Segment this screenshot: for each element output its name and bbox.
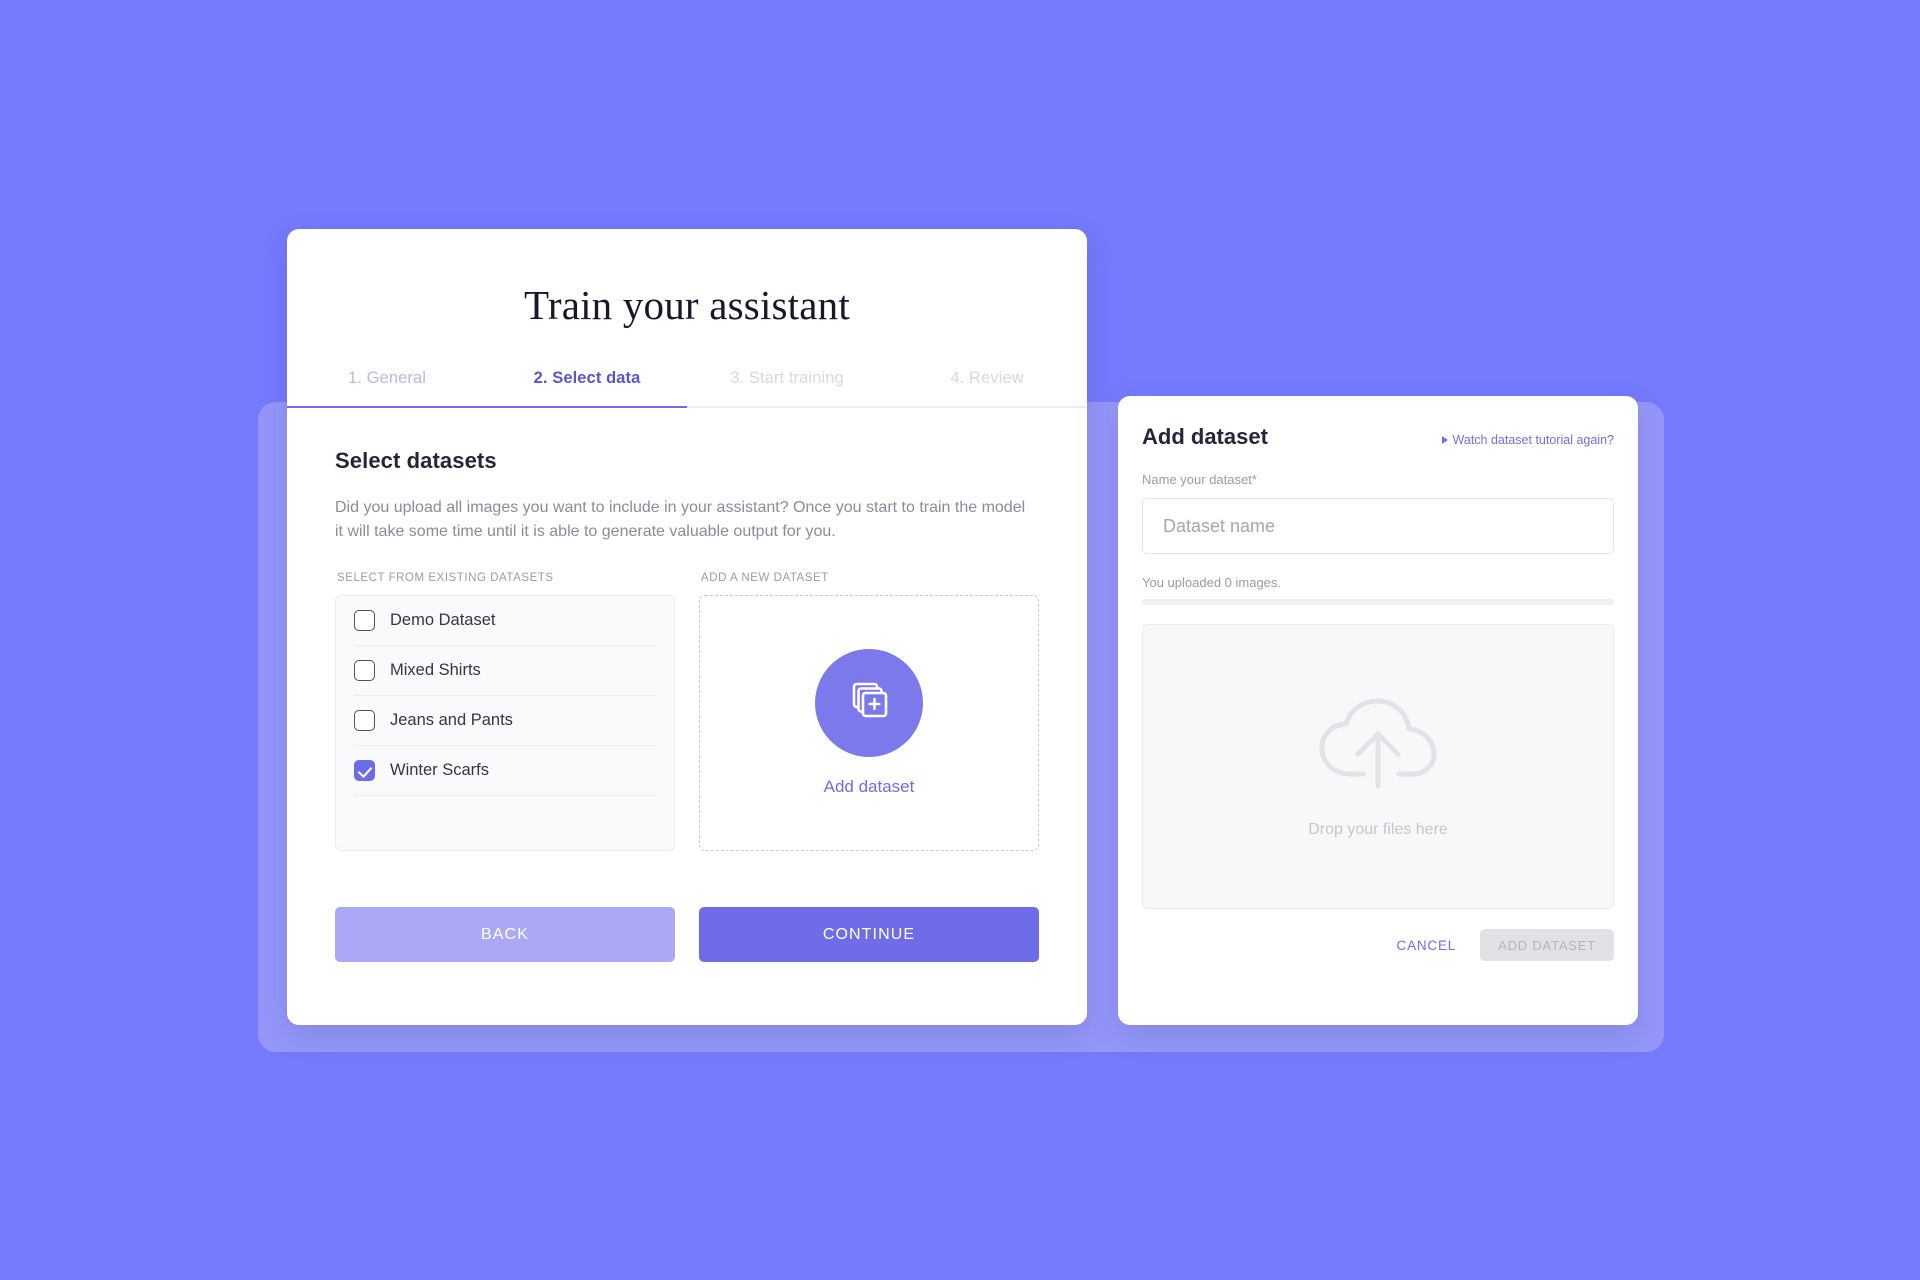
section-title: Select datasets [335,448,497,473]
continue-button[interactable]: CONTINUE [699,907,1039,962]
checkbox-demo-dataset[interactable] [354,610,375,631]
train-assistant-card: Train your assistant 1. General 2. Selec… [287,229,1087,1025]
file-dropzone[interactable]: Drop your files here [1142,624,1614,909]
list-item-label: Winter Scarfs [390,761,490,779]
add-new-dataset-label: ADD A NEW DATASET [701,572,829,584]
wizard-tabs: 1. General 2. Select data 3. Start train… [287,369,1087,408]
wizard-actions: BACK CONTINUE [335,907,1039,962]
watch-tutorial-label: Watch dataset tutorial again? [1452,433,1614,447]
add-dataset-button[interactable] [815,649,923,757]
existing-datasets-column: SELECT FROM EXISTING DATASETS Demo Datas… [335,572,675,851]
dataset-name-label: Name your dataset* [1142,472,1257,487]
cloud-upload-icon [1313,694,1443,799]
list-item[interactable]: Jeans and Pants [354,696,656,746]
tab-review[interactable]: 4. Review [887,369,1087,406]
page-title: Train your assistant [524,282,850,328]
add-dataset-cta-label: Add dataset [823,777,915,796]
tab-select-data[interactable]: 2. Select data [487,369,687,406]
add-dataset-submit-button[interactable]: ADD DATASET [1480,929,1614,961]
stacked-images-plus-icon [843,675,895,732]
add-new-dataset-column: ADD A NEW DATASET Add dataset [699,572,1039,851]
add-dataset-header: Add dataset Watch dataset tutorial again… [1142,424,1614,450]
dataset-list: Demo Dataset Mixed Shirts Jeans and Pant… [335,595,675,851]
list-item-label: Jeans and Pants [390,711,513,729]
list-item[interactable]: Mixed Shirts [354,646,656,696]
checkbox-winter-scarfs[interactable] [354,760,375,781]
list-item-label: Demo Dataset [390,611,496,629]
screen-root: Train your assistant 1. General 2. Selec… [0,0,1920,1280]
checkbox-mixed-shirts[interactable] [354,660,375,681]
add-dataset-actions: CANCEL ADD DATASET [1142,929,1614,961]
checkbox-jeans-and-pants[interactable] [354,710,375,731]
upload-progress-bar [1142,599,1614,605]
dataset-columns: SELECT FROM EXISTING DATASETS Demo Datas… [335,572,1039,851]
section-description: Did you upload all images you want to in… [335,499,1026,540]
existing-datasets-label: SELECT FROM EXISTING DATASETS [337,572,554,584]
cancel-button[interactable]: CANCEL [1391,930,1463,961]
upload-status-text: You uploaded 0 images. [1142,575,1282,590]
add-dataset-dropzone[interactable]: Add dataset [699,595,1039,851]
tab-general[interactable]: 1. General [287,369,487,406]
tab-start-training[interactable]: 3. Start training [687,369,887,406]
active-tab-indicator [287,405,687,408]
dropzone-label: Drop your files here [1308,821,1448,838]
watch-tutorial-link[interactable]: Watch dataset tutorial again? [1441,433,1614,447]
add-dataset-title: Add dataset [1142,424,1268,449]
back-button[interactable]: BACK [335,907,675,962]
add-dataset-panel: Add dataset Watch dataset tutorial again… [1118,396,1638,1025]
dataset-name-input[interactable] [1142,498,1614,554]
card-body: Select datasets Did you upload all image… [287,448,1087,962]
list-item[interactable]: Winter Scarfs [354,746,656,796]
list-item-label: Mixed Shirts [390,661,481,679]
list-item[interactable]: Demo Dataset [354,596,656,646]
play-icon [1441,436,1448,444]
